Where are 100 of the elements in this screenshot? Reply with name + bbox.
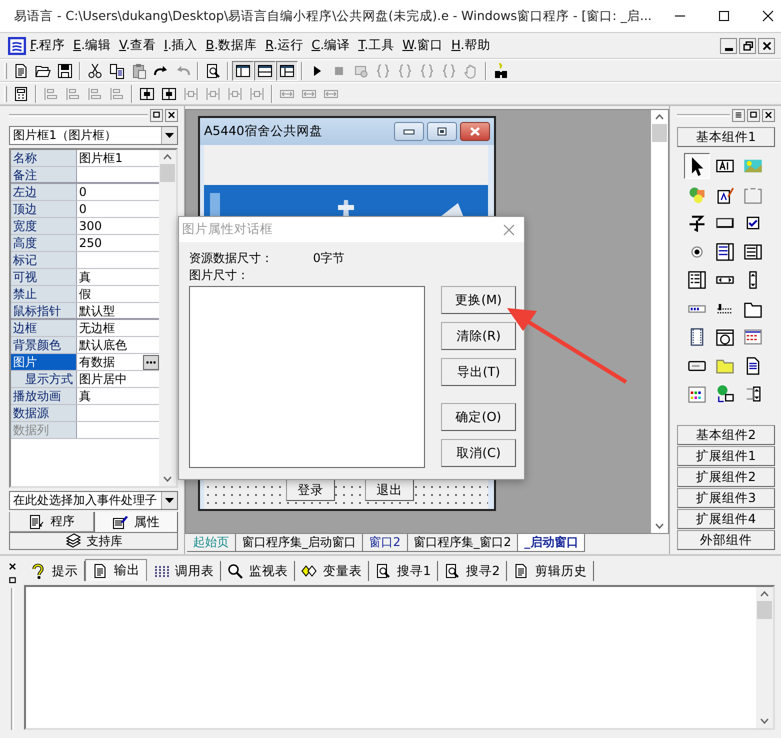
property-name[interactable]: 鼠标指针 [11,303,77,318]
layout-button[interactable] [254,60,276,80]
maximize-button[interactable] [427,122,457,141]
minimize-button[interactable] [720,38,737,54]
property-name[interactable]: 背景颜色 [11,337,77,353]
scroll-thumb[interactable] [757,601,772,619]
document-tab[interactable]: _启动窗口 [518,534,586,552]
property-name[interactable]: 高度 [11,235,77,251]
layout-button[interactable] [276,60,298,80]
library-tab[interactable]: 支持库 [9,532,178,550]
property-name[interactable]: 播放动画 [11,388,77,404]
restore-button[interactable] [747,108,760,122]
property-name[interactable]: 数据源 [11,405,77,421]
object-selector[interactable]: 图片框1（图片框） [9,126,178,145]
property-value[interactable]: 假 [79,286,91,302]
property-name[interactable]: 宽度 [11,218,77,234]
output-tab[interactable]: 搜寻1 [369,561,438,581]
property-name[interactable]: 左边 [11,184,77,200]
menu-item[interactable]: B.数据库 [202,35,262,56]
property-name[interactable]: 备注 [11,167,77,182]
document-tab[interactable]: 窗口程序集_窗口2 [408,534,518,552]
dialog-button[interactable]: 清除(R) [441,322,516,350]
close-button[interactable] [460,122,490,141]
output-tab[interactable]: 调用表 [147,561,221,581]
property-name[interactable]: 名称 [11,150,77,166]
menu-button[interactable] [732,108,745,122]
restore-button[interactable] [150,108,163,122]
category-button[interactable]: 扩展组件2 [677,467,775,487]
output-tab[interactable]: 搜寻2 [438,561,507,581]
list-box-tool[interactable] [714,240,736,262]
restore-button[interactable] [739,38,756,54]
category-button[interactable]: 扩展组件1 [677,446,775,466]
form-button[interactable]: 登录 [286,479,335,501]
menu-item[interactable]: R.运行 [261,35,308,56]
minimize-button[interactable] [394,122,424,141]
output-tab[interactable]: 变量表 [295,561,369,581]
dialog-button[interactable]: 取消(C) [441,439,516,467]
property-value[interactable]: 图片框1 [79,150,123,166]
property-value[interactable]: 300 [79,218,102,234]
dialog-button[interactable]: 确定(O) [441,403,516,431]
close-button[interactable] [758,38,775,54]
property-name[interactable]: 显示方式 [11,371,77,387]
property-value[interactable]: 0 [79,184,87,200]
property-value[interactable]: 无边框 [79,320,115,336]
panel-tab[interactable]: 程序 [9,512,94,532]
menu-item[interactable]: T.工具 [354,35,398,56]
scroll-down-icon[interactable] [163,476,172,482]
scrollbar[interactable] [756,587,773,728]
property-name[interactable]: 标记 [11,252,77,268]
category-button[interactable]: 基本组件1 [677,127,775,147]
scroll-thumb[interactable] [160,164,175,182]
output-tab[interactable]: 输出 [85,559,147,581]
property-name[interactable]: 禁止 [11,286,77,302]
browse-button[interactable] [143,354,159,370]
scroll-up-icon[interactable] [655,114,664,120]
category-button[interactable]: 基本组件2 [677,425,775,445]
scroll-up-icon[interactable] [760,591,769,597]
property-value[interactable]: 图片居中 [79,371,127,387]
menu-item[interactable]: C.编译 [307,35,354,56]
property-value[interactable]: 0 [79,201,87,217]
scroll-thumb[interactable] [652,124,667,142]
close-button[interactable] [762,108,775,122]
menu-item[interactable]: F.程序 [26,35,70,56]
category-button[interactable]: 扩展组件3 [677,488,775,508]
property-value[interactable]: 默认型 [79,302,115,318]
menu-item[interactable]: V.查看 [115,35,160,56]
layout-button[interactable] [232,60,254,80]
align-icon [43,86,59,102]
menu-item[interactable]: H.帮助 [447,35,494,56]
scroll-down-icon[interactable] [760,718,769,724]
document-tab[interactable]: 窗口程序集_启动窗口 [236,534,363,552]
property-value[interactable]: 真 [79,388,91,404]
menu-item[interactable]: W.窗口 [398,35,448,56]
document-tab[interactable]: 起始页 [187,534,236,552]
category-button[interactable]: 外部组件 [677,530,775,550]
dialog-button[interactable]: 更换(M) [441,286,516,314]
property-name[interactable]: 顶边 [11,201,77,217]
form-button[interactable]: 退出 [365,479,414,501]
output-tab[interactable]: 剪辑历史 [506,561,594,581]
menu-item[interactable]: E.编辑 [69,35,116,56]
property-name[interactable]: 图片 [11,354,77,370]
close-button[interactable] [165,108,178,122]
property-name[interactable]: 可视 [11,269,77,285]
scroll-up-icon[interactable] [163,154,172,160]
property-value[interactable]: 默认底色 [79,337,127,353]
property-name[interactable]: 边框 [11,320,77,336]
event-selector[interactable]: 在此处选择加入事件处理子 [9,491,178,510]
dialog-button[interactable]: 导出(T) [441,358,516,386]
output-tab[interactable]: 监视表 [221,561,295,581]
scrollbar[interactable] [651,110,668,533]
property-value[interactable]: 真 [79,269,91,285]
category-button[interactable]: 扩展组件4 [677,509,775,529]
menu-item[interactable]: I.插入 [160,35,202,56]
scroll-down-icon[interactable] [655,523,664,529]
checklist-tool[interactable] [686,269,708,291]
scrollbar[interactable] [159,150,176,486]
document-tab[interactable]: 窗口2 [363,534,408,552]
property-value[interactable]: 250 [79,235,102,251]
panel-tab[interactable]: 属性 [94,512,178,533]
property-value[interactable]: 有数据 [79,354,115,370]
